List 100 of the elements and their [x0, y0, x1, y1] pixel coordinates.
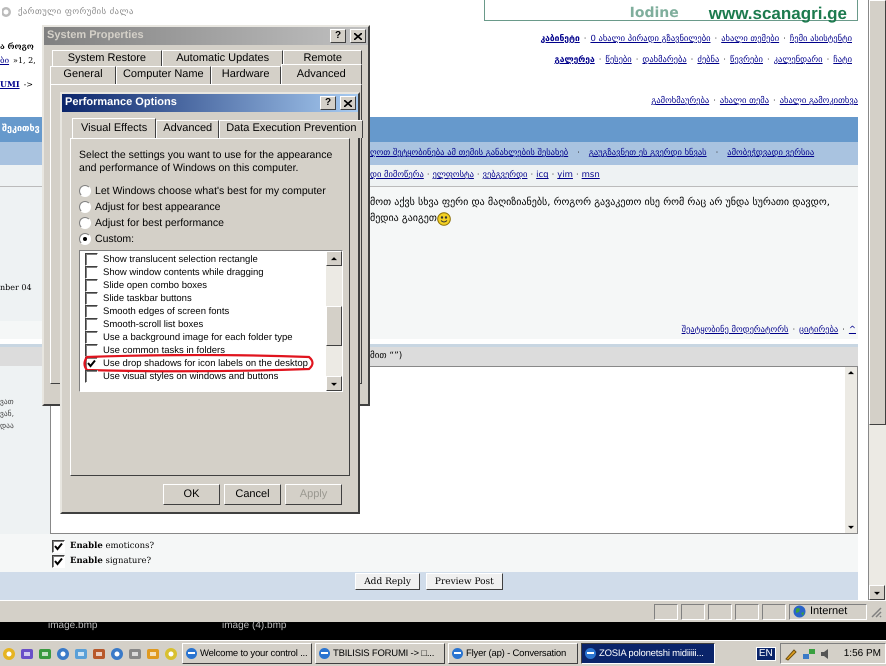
quick-launch-icon[interactable]	[56, 646, 70, 660]
effect-label[interactable]: Use visual styles on windows and buttons	[103, 370, 278, 382]
checkbox[interactable]	[85, 279, 98, 292]
network-icon[interactable]	[802, 646, 816, 660]
separator: ·	[584, 34, 586, 44]
checkbox[interactable]	[85, 344, 98, 358]
effect-label[interactable]: Show window contents while dragging	[103, 266, 264, 278]
globe-icon	[793, 605, 806, 618]
nav-link[interactable]: ჩატი	[833, 55, 852, 66]
nav-link[interactable]: გალერეა	[554, 55, 595, 66]
desktop-icon-label[interactable]: image.bmp	[48, 620, 98, 632]
nav-link[interactable]: დი მიმოწერა	[370, 170, 424, 181]
banner[interactable]: Iodine www.scanagri.ge	[484, 0, 858, 21]
radio-label[interactable]: Custom:	[95, 232, 134, 246]
form-button[interactable]: Preview Post	[426, 573, 503, 590]
effect-label[interactable]: Slide open combo boxes	[103, 280, 208, 292]
scroll-down-button[interactable]	[869, 585, 885, 600]
nav-link[interactable]: გამოხმაურება	[651, 96, 710, 107]
language-indicator[interactable]: EN	[756, 646, 776, 660]
quick-launch-icon[interactable]	[20, 646, 34, 660]
quick-launch-icon[interactable]	[128, 646, 142, 660]
dialog-button[interactable]: OK	[163, 484, 220, 506]
page-text: »1, 2,	[13, 56, 36, 67]
tab[interactable]: System Restore	[52, 50, 162, 66]
radio-label[interactable]: Let Windows choose what's best for my computer	[95, 184, 326, 198]
effect-label[interactable]: Show translucent selection rectangle	[103, 254, 258, 266]
radio-label[interactable]: Adjust for best performance	[95, 216, 224, 230]
nav-link[interactable]: ^	[848, 324, 856, 336]
dialog-button[interactable]: Cancel	[224, 484, 281, 506]
nav-link[interactable]: დახმარება	[642, 55, 687, 66]
scroll-thumb[interactable]	[326, 306, 342, 346]
quick-launch-icon[interactable]	[110, 646, 124, 660]
radio-button[interactable]	[79, 185, 91, 198]
desktop-icon-label[interactable]: image (4).bmp	[222, 620, 286, 632]
effect-label[interactable]: Use a background image for each folder type	[103, 332, 293, 344]
scrollbar[interactable]	[845, 367, 857, 533]
checkbox[interactable]	[85, 266, 98, 280]
nav-link[interactable]: ვებგვერდი	[482, 170, 528, 181]
close-button[interactable]	[350, 29, 366, 43]
close-button[interactable]	[340, 96, 356, 110]
nav-link[interactable]: ახალი თემები	[721, 34, 780, 44]
effect-label[interactable]: Smooth edges of screen fonts	[103, 306, 230, 318]
nav-link[interactable]: ციტირება	[799, 324, 838, 336]
nav-link[interactable]: კალენდარი	[774, 55, 823, 66]
nav-link[interactable]: yim	[557, 170, 573, 181]
nav-link[interactable]: ძებნა	[697, 55, 720, 66]
radio-label[interactable]: Adjust for best appearance	[95, 200, 220, 214]
checkbox[interactable]	[52, 540, 65, 553]
nav-link[interactable]: 0 ახალი პირადი გზავნილები	[590, 34, 710, 44]
nav-link[interactable]: კაბინეტი	[540, 34, 580, 44]
nav-link[interactable]: ჩემი ასისტენტი	[790, 34, 852, 44]
radio-button[interactable]	[79, 217, 91, 230]
checkbox[interactable]	[85, 331, 98, 344]
help-button[interactable]: ?	[320, 96, 336, 110]
checkbox[interactable]	[85, 305, 98, 318]
radio-button[interactable]	[79, 233, 91, 246]
checkbox[interactable]	[85, 253, 98, 266]
checkbox[interactable]	[85, 292, 98, 306]
nav-link[interactable]: გაუგზავნეთ ეს გვერდი ხნვას	[588, 148, 707, 159]
tab[interactable]: Computer Name	[116, 66, 211, 84]
effect-label[interactable]: Slide taskbar buttons	[103, 292, 192, 304]
nav-link[interactable]: ბი	[0, 56, 10, 68]
nav-link[interactable]: ღოთ შეტყობინება ამ თემის განახლების შესახებ	[370, 148, 568, 159]
scroll-down-button[interactable]	[326, 376, 342, 392]
tab[interactable]: Advanced	[156, 120, 220, 138]
scroll-up-button[interactable]	[326, 251, 342, 266]
nav-link[interactable]: წესები	[605, 55, 632, 66]
tab[interactable]: Advanced	[280, 64, 362, 84]
tab[interactable]: General	[50, 66, 116, 84]
quick-launch-icon[interactable]	[92, 646, 106, 660]
checkbox[interactable]	[85, 318, 98, 332]
nav-link[interactable]: msn	[582, 170, 600, 181]
taskbar-button[interactable]: Welcome to your control ...	[182, 643, 312, 664]
quick-launch-icon[interactable]	[38, 646, 52, 660]
effect-label[interactable]: Use common tasks in folders	[103, 344, 225, 356]
nav-link[interactable]: icq	[536, 170, 549, 181]
pencil-icon[interactable]	[784, 646, 798, 660]
nav-link[interactable]: შეატყობინე მოდერატორს	[682, 324, 788, 336]
nav-link[interactable]: ახალი გამოკითხვა	[780, 96, 858, 107]
tab[interactable]: Hardware	[210, 66, 281, 84]
taskbar-button[interactable]: ZOSIA polonetshi midiiiii...	[581, 643, 715, 664]
separator: ·	[783, 34, 786, 44]
nav-link[interactable]: ამობეჭდვადი ვერსია	[727, 148, 814, 159]
nav-link[interactable]: ელფოსტა	[432, 170, 474, 181]
nav-link[interactable]: UMI	[0, 80, 20, 92]
nav-link[interactable]: წევრები	[730, 55, 763, 66]
radio-button[interactable]	[79, 201, 91, 214]
tab[interactable]: Data Execution Prevention	[219, 120, 364, 138]
effects-list[interactable]	[79, 250, 343, 392]
nav-link[interactable]: ახალი თემა	[720, 96, 770, 107]
separator: ·	[690, 55, 694, 66]
help-button[interactable]: ?	[330, 29, 346, 43]
form-button[interactable]: Add Reply	[355, 573, 420, 590]
scroll-thumb[interactable]	[869, 0, 886, 425]
taskbar-button[interactable]: Flyer (ap) - Conversation	[448, 643, 578, 664]
checkbox[interactable]	[52, 555, 65, 568]
taskbar-button[interactable]: TBILISIS FORUMI -> □...	[315, 643, 445, 664]
tab[interactable]: Automatic Updates	[162, 50, 284, 66]
tab[interactable]: Visual Effects	[72, 118, 156, 138]
effect-label[interactable]: Smooth-scroll list boxes	[103, 318, 204, 330]
